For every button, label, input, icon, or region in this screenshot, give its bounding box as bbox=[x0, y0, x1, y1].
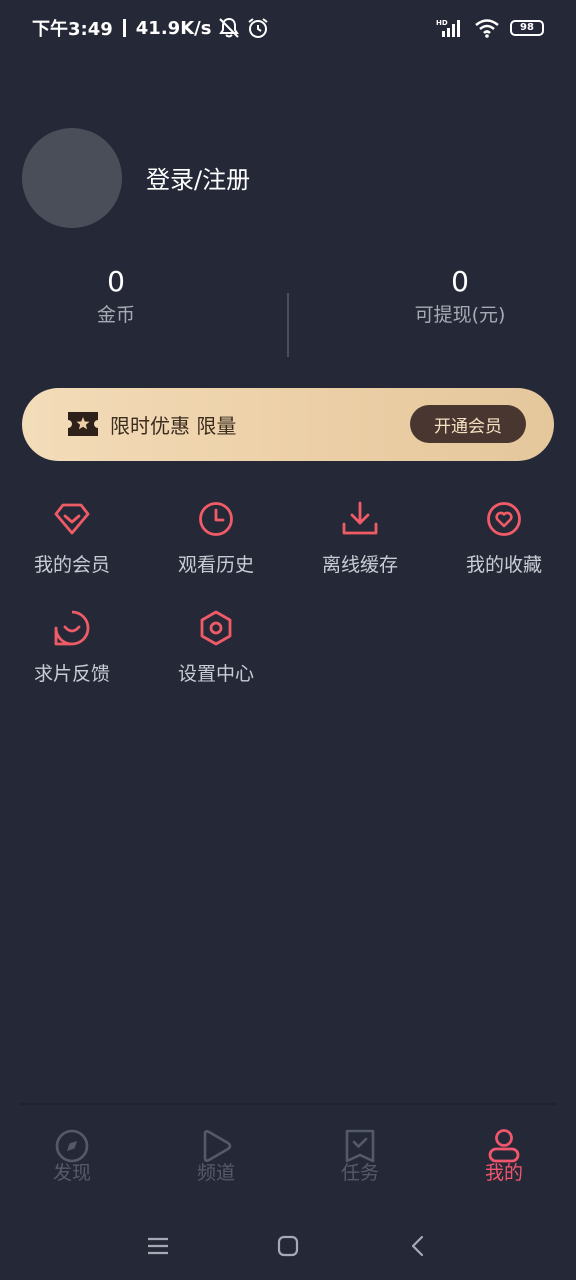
grid-item-history[interactable]: 观看历史 bbox=[144, 500, 288, 577]
status-network-speed: 41.9K/s bbox=[135, 17, 212, 39]
open-vip-button[interactable]: 开通会员 bbox=[410, 405, 526, 443]
nav-tab-label: 频道 bbox=[196, 1162, 235, 1184]
cash-label: 可提现(元) bbox=[414, 304, 506, 326]
status-separator bbox=[122, 19, 126, 37]
feedback-icon bbox=[54, 610, 90, 646]
promo-text: 限时优惠 限量 bbox=[110, 414, 237, 438]
nav-tab-tasks[interactable]: 任务 bbox=[288, 1128, 432, 1185]
alarm-icon bbox=[248, 18, 269, 38]
grid-item-label: 观看历史 bbox=[177, 554, 254, 576]
signal-icon: HD bbox=[436, 19, 460, 37]
back-icon bbox=[411, 1235, 424, 1257]
bottom-nav-divider bbox=[20, 1103, 556, 1105]
nav-tab-label: 任务 bbox=[340, 1162, 379, 1184]
grid-item-feedback[interactable]: 求片反馈 bbox=[0, 609, 144, 686]
avatar[interactable] bbox=[22, 128, 122, 228]
grid-item-label: 我的收藏 bbox=[465, 554, 542, 576]
mute-icon bbox=[219, 17, 240, 38]
vip-promo-banner[interactable]: 限时优惠 限量 开通会员 bbox=[22, 388, 554, 461]
nav-tab-label: 我的 bbox=[484, 1162, 523, 1184]
ticket-icon bbox=[68, 412, 98, 436]
grid-item-offline-cache[interactable]: 离线缓存 bbox=[288, 500, 432, 577]
home-button[interactable] bbox=[270, 1228, 306, 1264]
coins-label: 金币 bbox=[96, 304, 135, 326]
settings-icon bbox=[200, 610, 232, 646]
menu-button[interactable] bbox=[140, 1228, 176, 1264]
download-icon bbox=[342, 501, 378, 535]
coins-stat[interactable]: 0 金币 bbox=[16, 266, 216, 327]
status-right: HD 98 bbox=[436, 17, 544, 39]
grid-item-label: 求片反馈 bbox=[33, 663, 110, 685]
coins-value: 0 bbox=[107, 265, 125, 298]
status-time: 下午3:49 bbox=[32, 19, 113, 40]
nav-tab-label: 发现 bbox=[52, 1162, 91, 1184]
grid-item-favorites[interactable]: 我的收藏 bbox=[432, 500, 576, 577]
grid-item-label: 我的会员 bbox=[33, 554, 110, 576]
clock-icon bbox=[199, 502, 233, 536]
diamond-icon bbox=[54, 503, 90, 535]
wifi-icon bbox=[475, 19, 499, 38]
nav-tab-channels[interactable]: 频道 bbox=[144, 1128, 288, 1185]
home-icon bbox=[277, 1235, 299, 1257]
status-left: 下午3:49 41.9K/s bbox=[32, 15, 269, 41]
signal-hd-label: HD bbox=[436, 19, 448, 27]
nav-tab-me[interactable]: 我的 bbox=[432, 1128, 576, 1185]
cash-stat[interactable]: 0 可提现(元) bbox=[360, 266, 560, 327]
battery-indicator: 98 bbox=[510, 20, 544, 36]
status-bar: 下午3:49 41.9K/s HD 98 bbox=[0, 0, 576, 56]
grid-item-label: 设置中心 bbox=[177, 663, 254, 685]
grid-item-label: 离线缓存 bbox=[321, 554, 398, 576]
back-button[interactable] bbox=[400, 1228, 436, 1264]
grid-item-settings[interactable]: 设置中心 bbox=[144, 609, 288, 686]
grid-item-vip[interactable]: 我的会员 bbox=[0, 500, 144, 577]
cash-value: 0 bbox=[451, 265, 469, 298]
login-register-link[interactable]: 登录/注册 bbox=[146, 160, 250, 195]
menu-icon bbox=[148, 1237, 168, 1255]
system-nav-bar bbox=[0, 1228, 576, 1264]
heart-icon bbox=[487, 502, 521, 536]
stats-divider bbox=[287, 293, 289, 357]
nav-tab-discover[interactable]: 发现 bbox=[0, 1128, 144, 1185]
